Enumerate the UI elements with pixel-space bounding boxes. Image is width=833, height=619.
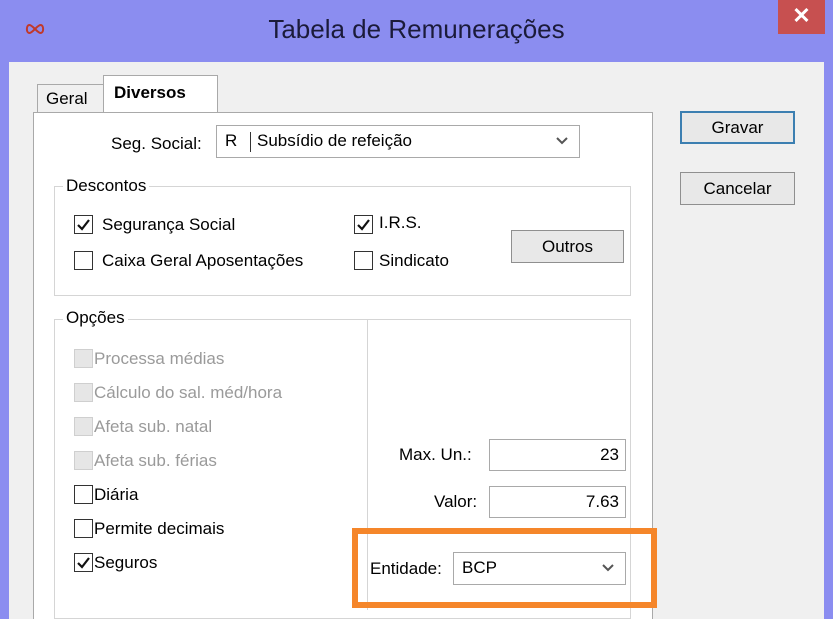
check-icon: [77, 557, 90, 569]
checkbox-permite-decimais[interactable]: [74, 519, 93, 538]
combo-separator: [250, 132, 251, 152]
close-button[interactable]: ✕: [778, 0, 825, 34]
checkbox-diaria[interactable]: [74, 485, 93, 504]
gravar-button[interactable]: Gravar: [680, 111, 795, 144]
diaria-label: Diária: [94, 485, 139, 504]
checkbox-calculo-sal[interactable]: [74, 383, 93, 402]
afeta-natal-label: Afeta sub. natal: [94, 417, 213, 436]
title-bar[interactable]: Tabela de Remunerações ✕: [0, 0, 833, 62]
close-icon: ✕: [792, 3, 811, 28]
chevron-down-icon: [556, 137, 568, 145]
outros-button[interactable]: Outros: [511, 230, 624, 263]
checkbox-seguranca-social[interactable]: [74, 215, 93, 234]
tab-geral[interactable]: Geral: [37, 84, 104, 113]
seguros-label: Seguros: [94, 553, 158, 572]
checkbox-afeta-ferias[interactable]: [74, 451, 93, 470]
processa-medias-label: Processa médias: [94, 349, 225, 368]
seg-social-combo[interactable]: R Subsídio de refeição: [216, 125, 580, 158]
window-title: Tabela de Remunerações: [268, 14, 565, 44]
irs-label: I.R.S.: [379, 213, 422, 232]
seg-social-label: Seg. Social:: [111, 134, 202, 153]
seg-social-code: R: [225, 131, 238, 150]
seg-social-value: Subsídio de refeição: [257, 131, 412, 150]
max-un-label: Max. Un.:: [399, 445, 472, 464]
dialog-window: Tabela de Remunerações ✕ Geral Diversos …: [0, 0, 833, 619]
cancelar-button[interactable]: Cancelar: [680, 172, 795, 205]
max-un-input[interactable]: 23: [489, 439, 626, 471]
seguranca-social-label: Segurança Social: [102, 215, 236, 234]
highlight-box: [352, 528, 657, 608]
checkbox-afeta-natal[interactable]: [74, 417, 93, 436]
checkbox-seguros[interactable]: [74, 553, 93, 572]
check-icon: [357, 219, 370, 231]
descontos-title: Descontos: [63, 176, 150, 196]
calculo-sal-label: Cálculo do sal. méd/hora: [94, 383, 283, 402]
valor-input[interactable]: 7.63: [489, 486, 626, 518]
sindicato-label: Sindicato: [379, 251, 449, 270]
valor-label: Valor:: [434, 492, 478, 511]
checkbox-caixa-geral[interactable]: [74, 251, 93, 270]
permite-decimais-label: Permite decimais: [94, 519, 225, 538]
tab-diversos[interactable]: Diversos: [103, 75, 218, 113]
check-icon: [77, 219, 90, 231]
checkbox-irs[interactable]: [354, 215, 373, 234]
caixa-geral-label: Caixa Geral Aposentações: [102, 251, 304, 270]
opcoes-title: Opções: [63, 308, 128, 328]
checkbox-sindicato[interactable]: [354, 251, 373, 270]
afeta-ferias-label: Afeta sub. férias: [94, 451, 217, 470]
checkbox-processa-medias[interactable]: [74, 349, 93, 368]
